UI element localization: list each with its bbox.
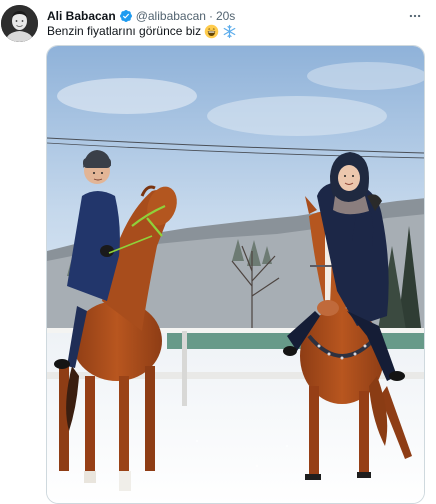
grinning-face-icon [204, 24, 219, 39]
verified-badge-icon [119, 9, 133, 23]
timestamp[interactable]: 20s [216, 8, 235, 24]
avatar[interactable] [1, 5, 38, 42]
snowflake-icon [222, 24, 237, 39]
avatar-image [1, 5, 38, 42]
separator-dot: · [208, 9, 213, 23]
tweet-text-body: Benzin fiyatlarını görünce biz [47, 24, 202, 38]
tweet[interactable]: Ali Babacan @alibabacan · 20s Benzin fiy… [0, 0, 436, 504]
tweet-photo[interactable] [46, 45, 425, 504]
photo-image [47, 46, 424, 503]
tweet-text: Benzin fiyatlarını görünce biz [47, 23, 428, 39]
display-name[interactable]: Ali Babacan [47, 8, 116, 24]
handle[interactable]: @alibabacan [136, 8, 206, 24]
